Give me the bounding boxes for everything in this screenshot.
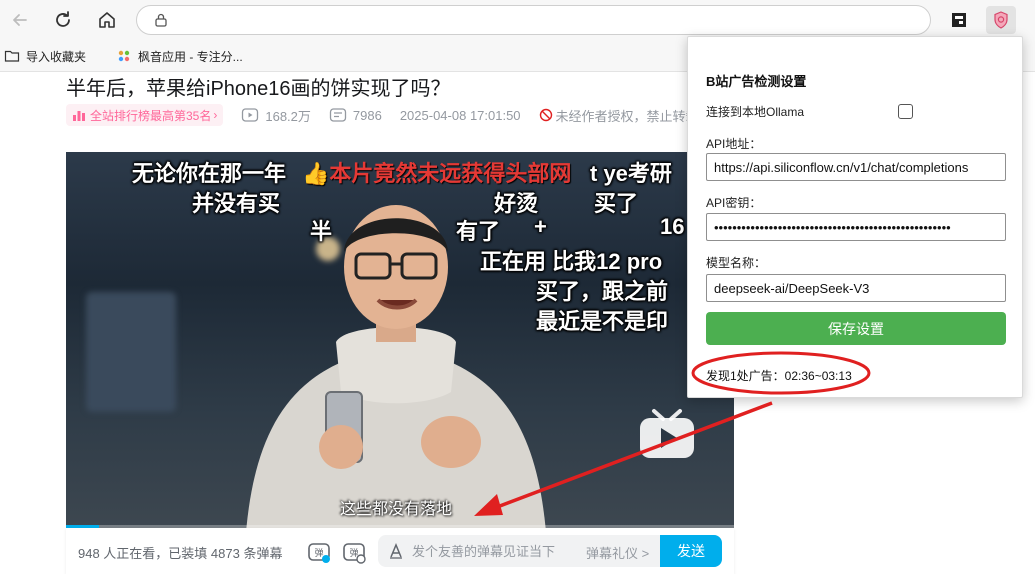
play-count-icon: [242, 108, 259, 122]
send-danmaku-button[interactable]: 发送: [660, 535, 722, 567]
save-settings-button[interactable]: 保存设置: [706, 312, 1006, 345]
danmaku-total: 7986: [329, 106, 382, 124]
watching-count: 948 人正在看，已装填 4873 条弹幕: [78, 546, 283, 561]
reading-view-icon: [952, 13, 966, 27]
video-subtitle: 这些都没有落地: [340, 501, 453, 518]
lock-icon: [155, 13, 167, 27]
danmaku-item: 有了: [456, 219, 501, 244]
video-meta: 全站排行榜最高第35名 › 168.2万 7986 2025-04-08 17:…: [66, 104, 699, 126]
browser-toolbar: [0, 0, 1035, 40]
svg-text:弹: 弹: [314, 547, 323, 559]
bilibili-tv-icon: [640, 409, 694, 458]
shield-icon: [994, 11, 1008, 29]
prohibited-icon: [539, 108, 552, 122]
bookmark-import[interactable]: 导入收藏夹: [4, 47, 86, 65]
model-label: 模型名称：: [706, 256, 767, 270]
ollama-checkbox[interactable]: [898, 104, 913, 119]
danmaku-total-value: 7986: [352, 107, 382, 123]
danmaku-item: 好烫: [494, 191, 539, 216]
ad-detector-extension-button[interactable]: [986, 6, 1016, 34]
view-count: 168.2万: [241, 106, 311, 125]
model-field[interactable]: [706, 274, 1006, 302]
reading-view-button[interactable]: [944, 6, 974, 34]
refresh-button[interactable]: [49, 6, 77, 34]
warning-text: 未经作者授权，禁止转载: [555, 108, 699, 124]
danmaku-item: 买了，跟之前: [536, 279, 669, 304]
view-count-value: 168.2万: [265, 108, 311, 124]
ad-detection-result: 发现1处广告：02:36~03:13: [706, 369, 852, 383]
bookmark-label: 枫音应用 - 专注分...: [138, 49, 243, 64]
danmaku-icon: [329, 108, 347, 122]
app-icon: [118, 50, 130, 62]
popup-title: B站广告检测设置: [706, 74, 807, 89]
bookmark-app[interactable]: 枫音应用 - 专注分...: [116, 47, 243, 65]
ollama-label: 连接到本地Ollama: [706, 105, 805, 119]
arrow-left-icon: [13, 14, 27, 26]
danmaku-input-group: 弹幕礼仪 > 发送: [378, 535, 722, 567]
danmaku-item: 最近是不是印: [536, 309, 669, 334]
danmaku-etiquette-link[interactable]: 弹幕礼仪 >: [586, 543, 649, 562]
danmaku-item: 买了: [594, 191, 639, 216]
bookmark-label: 导入收藏夹: [26, 49, 87, 64]
folder-import-icon: [4, 50, 20, 62]
rank-text: 全站排行榜最高第35名: [90, 108, 212, 123]
presenter-figure: [246, 205, 546, 528]
danmaku-toggle-icon[interactable]: 弹: [307, 540, 331, 564]
url-input[interactable]: [179, 10, 919, 30]
api-url-field[interactable]: [706, 153, 1006, 181]
danmaku-item: 👍本片竟然未远获得头部网: [302, 161, 572, 186]
api-url-label: API地址：: [706, 137, 762, 151]
repost-warning: 未经作者授权，禁止转载: [539, 106, 699, 125]
publish-time: 2025-04-08 17:01:50: [400, 108, 521, 123]
home-icon: [99, 12, 115, 28]
back-button[interactable]: [6, 6, 34, 34]
danmaku-item: +: [534, 214, 547, 239]
danmaku-item: 并没有买: [192, 191, 281, 216]
ad-detector-popup: B站广告检测设置 连接到本地Ollama API地址： API密钥： 模型名称：…: [687, 36, 1023, 398]
api-key-field[interactable]: [706, 213, 1006, 241]
chevron-right-icon: ›: [213, 108, 218, 122]
danmaku-item: 正在用 比我12 pro: [480, 249, 663, 274]
danmaku-item: 无论你在那一年: [132, 161, 287, 186]
danmaku-item: 16: [660, 214, 685, 239]
danmaku-item: 半: [310, 219, 333, 244]
api-key-label: API密钥：: [706, 196, 762, 210]
background-shelf: [86, 292, 176, 412]
publish-time-value: 2025-04-08 17:01:50: [399, 107, 521, 123]
refresh-icon: [56, 11, 70, 27]
video-title: 半年后，苹果给iPhone16画的饼实现了吗？: [66, 78, 451, 100]
home-button[interactable]: [93, 6, 121, 34]
danmaku-bar: 948 人正在看，已装填 4873 条弹幕 弹 弹 弹幕礼仪 > 发送: [66, 528, 734, 574]
font-style-icon[interactable]: [388, 543, 404, 559]
rank-badge[interactable]: 全站排行榜最高第35名 ›: [66, 104, 224, 126]
danmaku-item: t ye考研: [590, 161, 672, 186]
ranking-icon: [73, 111, 85, 121]
danmaku-input[interactable]: [412, 541, 582, 561]
video-player[interactable]: 无论你在那一年 👍本片竟然未远获得头部网 t ye考研 并没有买 好烫 买了 半…: [66, 152, 734, 528]
danmaku-settings-icon[interactable]: 弹: [342, 540, 366, 564]
address-bar[interactable]: [136, 5, 931, 35]
